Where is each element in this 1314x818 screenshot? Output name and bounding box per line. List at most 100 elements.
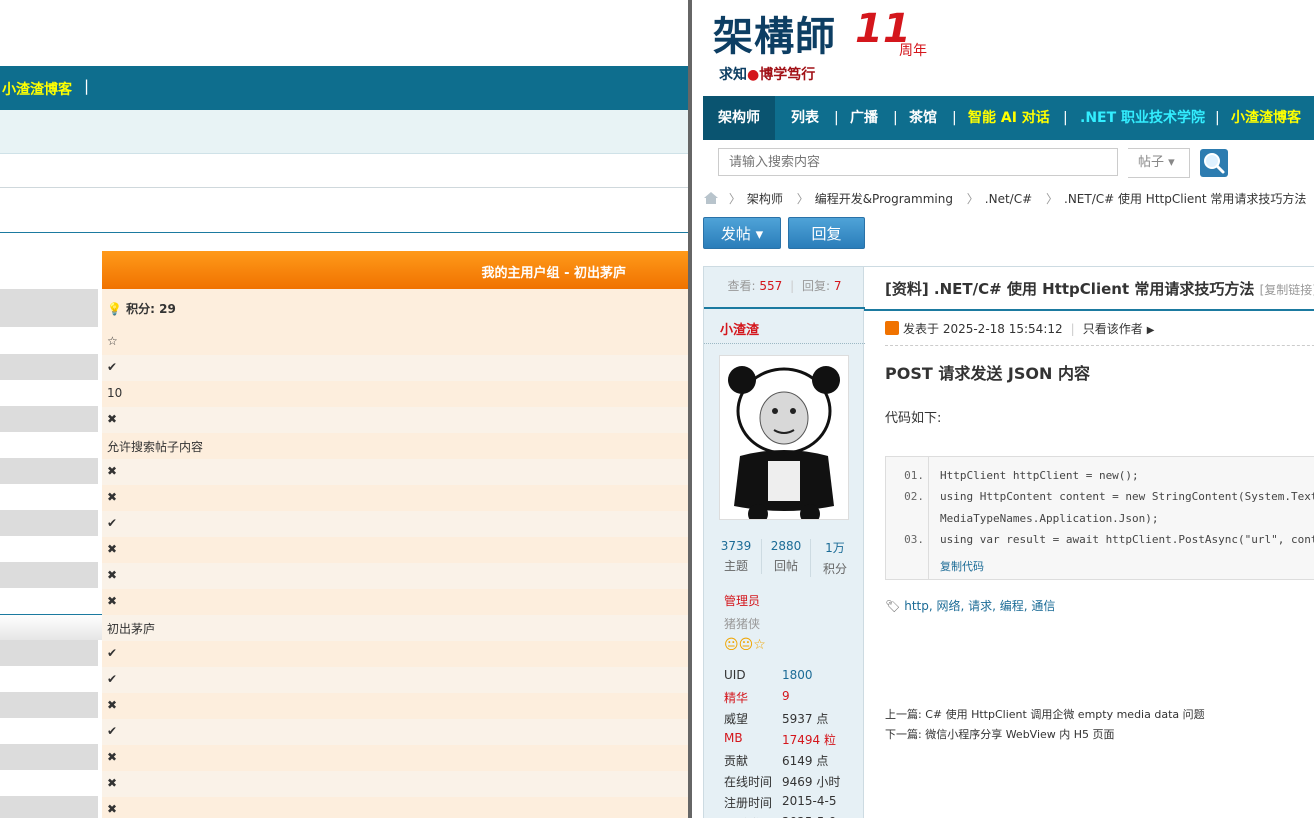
tag-list[interactable]: http, 网络, 请求, 编程, 通信: [904, 599, 1055, 613]
post-title: [资料] .NET/C# 使用 HttpClient 常用请求技巧方法 [复制链…: [885, 278, 1314, 299]
metric-threads[interactable]: 3739 主题: [712, 539, 760, 574]
code-line: MediaTypeNames.Application.Json);: [940, 512, 1159, 525]
code-line-number: 01.: [904, 469, 924, 482]
breadcrumb-item[interactable]: 架构师: [747, 192, 783, 206]
nav-item-blog[interactable]: 小渣渣博客: [1231, 96, 1301, 140]
next-thread-link[interactable]: 下一篇: 微信小程序分享 WebView 内 H5 页面: [885, 725, 1205, 745]
permission-table: 💡 积分: 29 ☆ ✔ 10 ✖ 允许搜索帖子内容 ✖ ✖ ✔ ✖ ✖ ✖ 初出茅庐 ✔ ✔ ✖ ✔ ✖ ✖ ✖: [102, 289, 688, 818]
cross-icon: ✖: [107, 412, 118, 426]
nav-item-ai-chat[interactable]: 智能 AI 对话: [968, 96, 1050, 140]
divider-bar: [688, 0, 692, 818]
permission-row: ✖: [102, 693, 688, 719]
permission-row: ✖: [102, 407, 688, 433]
star-icon: ☆: [107, 334, 118, 348]
left-label-cell: [0, 289, 98, 327]
post-content: [资料] .NET/C# 使用 HttpClient 常用请求技巧方法 [复制链…: [864, 266, 1314, 818]
left-label-cell: [0, 562, 98, 588]
prev-thread-link[interactable]: 上一篇: C# 使用 HttpClient 调用企微 empty media d…: [885, 705, 1205, 725]
permission-row: ✖: [102, 797, 688, 818]
left-label-cell: [0, 354, 98, 380]
permission-row: ✖: [102, 589, 688, 615]
left-nav-link-blog[interactable]: 小渣渣博客: [2, 79, 72, 99]
search-input[interactable]: [718, 148, 1118, 176]
breadcrumb-item[interactable]: .Net/C#: [985, 192, 1032, 206]
copy-link-button[interactable]: [复制链接]: [1260, 283, 1314, 297]
left-nav-bar: 小渣渣博客 |: [0, 66, 688, 110]
search-button[interactable]: [1200, 149, 1228, 177]
info-value: 5937 点: [782, 712, 829, 726]
left-label-cell: [0, 640, 98, 666]
info-value[interactable]: 1800: [782, 668, 813, 682]
left-label-cell: [0, 796, 98, 818]
cross-icon: ✖: [107, 568, 118, 582]
left-label-cell: [0, 458, 98, 484]
cross-icon: ✖: [107, 542, 118, 556]
user-group-header: 我的主用户组 - 初出茅庐: [102, 251, 688, 289]
panda-avatar-image: [728, 366, 840, 524]
nav-item-dotnet-academy[interactable]: .NET 职业技术学院: [1080, 96, 1205, 140]
reply-button[interactable]: 回复: [788, 217, 865, 249]
cross-icon: ✖: [107, 750, 118, 764]
prev-next-links: 上一篇: C# 使用 HttpClient 调用企微 empty media d…: [885, 705, 1205, 745]
copy-code-button[interactable]: 复制代码: [940, 558, 984, 574]
breadcrumb-current[interactable]: .NET/C# 使用 HttpClient 常用请求技巧方法: [1064, 192, 1306, 206]
view-count: 557: [759, 279, 783, 293]
cross-icon: ✖: [107, 802, 118, 816]
metric-points[interactable]: 1万 积分: [810, 539, 859, 577]
logo-anniversary-suffix: 周年: [899, 43, 927, 59]
left-label-cell: [0, 510, 98, 536]
logo-title: 架構師: [713, 13, 836, 60]
left-subnav-band: [0, 110, 688, 154]
check-icon: ✔: [107, 724, 118, 738]
window-divider: [688, 0, 703, 818]
nav-separator: |: [952, 110, 957, 126]
nav-item-architect[interactable]: 架构师: [703, 96, 775, 140]
info-key: UID: [724, 668, 746, 682]
permission-row: ✖: [102, 485, 688, 511]
check-icon: ✔: [107, 516, 118, 530]
medal-icons: 😐😐☆: [724, 637, 766, 653]
info-value: 9: [782, 689, 790, 703]
site-logo[interactable]: 架構師 11 周年 求知●博学笃行: [713, 4, 933, 84]
nav-item-broadcast[interactable]: 广播: [850, 96, 878, 140]
nav-separator: |: [834, 110, 839, 126]
avatar[interactable]: [719, 355, 849, 524]
search-scope-select[interactable]: 帖子 ▾: [1128, 148, 1190, 178]
left-label-cell: [0, 692, 98, 718]
left-nav-separator: |: [84, 77, 90, 95]
breadcrumb-item[interactable]: 编程开发&Programming: [815, 192, 953, 206]
permission-row: ✔: [102, 641, 688, 667]
info-value: 9469 小时: [782, 775, 841, 789]
thread-stats: 查看: 557 | 回复: 7: [704, 267, 865, 309]
info-key: 注册时间: [724, 796, 773, 810]
code-line: using var result = await httpClient.Post…: [940, 533, 1314, 546]
info-key: MB: [724, 731, 743, 745]
post-date: 发表于 2025-2-18 15:54:12: [903, 322, 1063, 336]
author-metrics: 3739 主题 2880 回帖 1万 积分: [712, 539, 859, 577]
right-window: 架構師 11 周年 求知●博学笃行 架构师 列表 | 广播 | 茶馆 | 智能 …: [703, 0, 1314, 818]
permission-row: ✖: [102, 537, 688, 563]
post-heading: POST 请求发送 JSON 内容: [885, 364, 1090, 383]
info-key: 贡献: [724, 754, 749, 768]
author-rank: 猪猪侠: [724, 617, 761, 631]
permission-value: 初出茅庐: [107, 622, 156, 636]
permission-row: ✖: [102, 459, 688, 485]
home-icon[interactable]: [703, 191, 719, 205]
new-post-button[interactable]: 发帖 ▾: [703, 217, 781, 249]
only-author-link[interactable]: 只看该作者: [1083, 322, 1143, 336]
permission-row: ✖: [102, 563, 688, 589]
left-label-cell: [0, 406, 98, 432]
nav-item-list[interactable]: 列表: [791, 96, 819, 140]
author-name[interactable]: 小渣渣: [720, 319, 759, 338]
permission-row: ✔: [102, 355, 688, 381]
code-block: 01. HttpClient httpClient = new(); 02. usin…: [885, 456, 1314, 580]
nav-item-teahouse[interactable]: 茶馆: [909, 96, 937, 140]
divider: [704, 343, 865, 345]
metric-replies[interactable]: 2880 回帖: [761, 539, 810, 574]
cross-icon: ✖: [107, 490, 118, 504]
author-role[interactable]: 管理员: [724, 592, 760, 609]
code-line: using HttpContent content = new StringCo…: [940, 490, 1314, 503]
info-key: 在线时间: [724, 775, 773, 789]
permission-row: ✖: [102, 771, 688, 797]
info-value: 17494 粒: [782, 733, 836, 747]
